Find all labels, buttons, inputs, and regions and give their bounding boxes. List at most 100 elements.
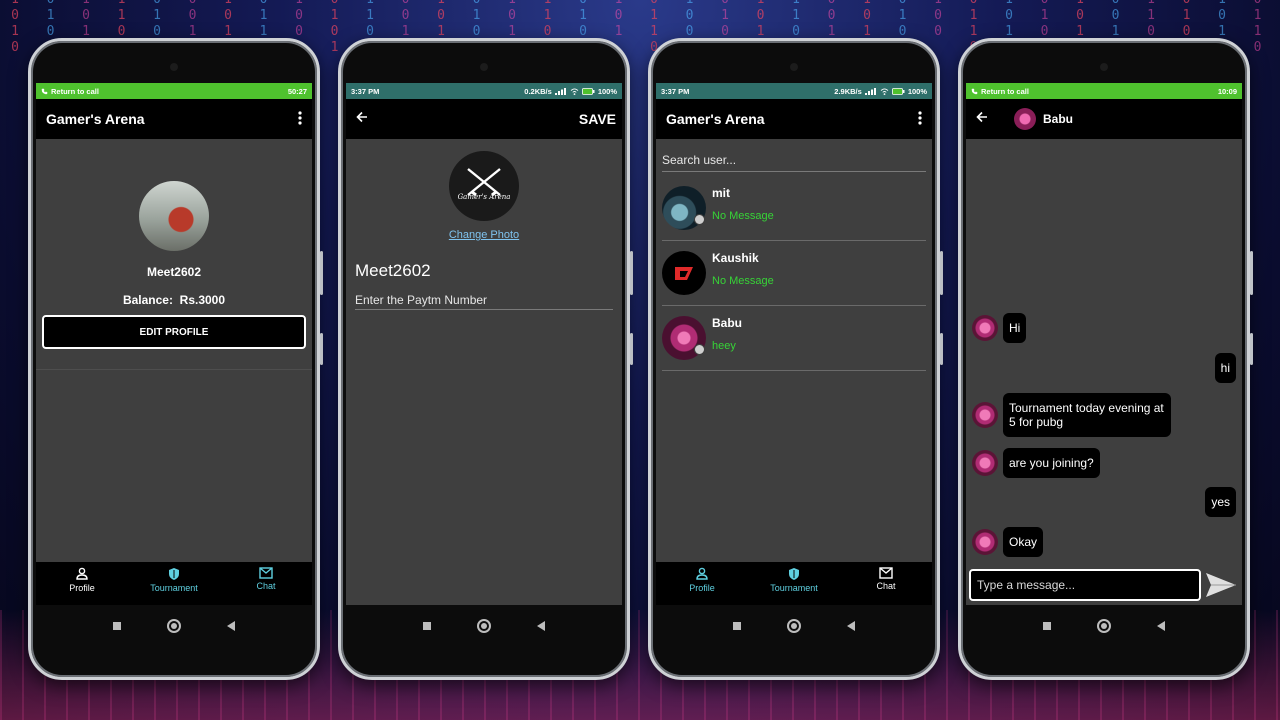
message-composer bbox=[969, 567, 1239, 603]
side-button bbox=[630, 251, 633, 295]
message-row: Okay bbox=[972, 527, 1044, 557]
user-name: mit bbox=[712, 186, 730, 200]
arrow-back-icon[interactable] bbox=[356, 110, 368, 128]
system-nav-bar bbox=[36, 607, 312, 645]
search-user-input[interactable] bbox=[662, 151, 926, 172]
balance-row: Balance: Rs.3000 bbox=[36, 293, 312, 307]
recents-icon[interactable] bbox=[423, 622, 431, 630]
nav-chat[interactable]: Chat bbox=[846, 567, 926, 591]
user-row[interactable]: Babu heey bbox=[662, 306, 926, 371]
home-icon[interactable] bbox=[477, 619, 491, 633]
edit-username[interactable]: Meet2602 bbox=[355, 261, 613, 281]
app-bar: Gamer's Arena bbox=[36, 99, 312, 139]
message-row: yes bbox=[1205, 487, 1236, 517]
binary-column: 1 1 0 bbox=[792, 0, 800, 39]
save-button[interactable]: SAVE bbox=[579, 111, 616, 127]
message-bubble: are you joining? bbox=[1003, 448, 1100, 478]
more-vert-icon[interactable] bbox=[298, 111, 302, 129]
sender-avatar bbox=[972, 315, 998, 341]
more-vert-icon[interactable] bbox=[918, 111, 922, 129]
recents-icon[interactable] bbox=[113, 622, 121, 630]
message-row: are you joining? bbox=[972, 448, 1100, 478]
camera-dot bbox=[790, 63, 798, 71]
side-button bbox=[1250, 333, 1253, 365]
binary-column: 1 0 1 0 bbox=[11, 0, 19, 55]
recents-icon[interactable] bbox=[733, 622, 741, 630]
back-triangle-icon[interactable] bbox=[227, 621, 235, 631]
balance-value: Rs.3000 bbox=[179, 293, 226, 307]
binary-column: 0 1 1 bbox=[259, 0, 268, 39]
app-title: Gamer's Arena bbox=[46, 111, 145, 127]
phone-icon bbox=[41, 88, 48, 94]
send-icon[interactable] bbox=[1205, 572, 1237, 598]
binary-column: 1 0 1 bbox=[82, 0, 90, 39]
side-button bbox=[320, 251, 323, 295]
status-bar: Return to call 10:09 bbox=[966, 83, 1242, 99]
system-nav-bar bbox=[656, 607, 932, 645]
nav-chat[interactable]: Chat bbox=[226, 567, 306, 591]
profile-logo-avatar[interactable]: Gamer's Arena bbox=[449, 151, 519, 221]
system-nav-bar bbox=[346, 607, 622, 645]
mail-icon bbox=[259, 567, 273, 579]
contact-avatar[interactable] bbox=[1014, 108, 1036, 130]
binary-column: 1 0 1 bbox=[614, 0, 623, 39]
back-triangle-icon[interactable] bbox=[537, 621, 545, 631]
call-timer: 10:09 bbox=[1217, 86, 1237, 96]
call-timer: 50:27 bbox=[287, 86, 307, 96]
message-input[interactable] bbox=[969, 569, 1201, 601]
app-title: Gamer's Arena bbox=[666, 111, 765, 127]
nav-tournament[interactable]: Tournament bbox=[754, 567, 834, 593]
bottom-nav: Profile Tournament Chat bbox=[36, 562, 312, 605]
signal-icon bbox=[864, 87, 876, 95]
app-bar: Babu bbox=[966, 99, 1242, 139]
binary-column: 0 1 0 bbox=[1040, 0, 1049, 39]
nav-tournament-label: Tournament bbox=[770, 583, 818, 593]
user-row[interactable]: Kaushik No Message bbox=[662, 241, 926, 306]
shield-icon bbox=[169, 568, 179, 580]
profile-avatar[interactable] bbox=[139, 181, 209, 251]
binary-column: 0 1 0 bbox=[472, 0, 481, 39]
paytm-number-field[interactable]: Enter the Paytm Number bbox=[355, 293, 613, 310]
recents-icon[interactable] bbox=[1043, 622, 1051, 630]
message-bubble: Hi bbox=[1003, 313, 1027, 343]
side-button bbox=[940, 333, 943, 365]
user-row[interactable]: mit No Message bbox=[662, 176, 926, 241]
nav-profile-label: Profile bbox=[689, 583, 715, 593]
nav-profile[interactable]: Profile bbox=[42, 567, 122, 593]
camera-dot bbox=[1100, 63, 1108, 71]
user-avatar bbox=[662, 316, 706, 360]
status-bar: Return to call 50:27 bbox=[36, 83, 312, 99]
battery-percent: 100% bbox=[907, 86, 927, 96]
logo-text: Gamer's Arena bbox=[457, 193, 511, 201]
status-time: 3:37 PM bbox=[351, 86, 380, 96]
signal-icon bbox=[554, 87, 566, 95]
back-triangle-icon[interactable] bbox=[847, 621, 855, 631]
screen-conversation: Return to call 10:09 Babu Hi hi Tourname… bbox=[966, 83, 1242, 605]
side-button bbox=[940, 251, 943, 295]
nav-tournament[interactable]: Tournament bbox=[134, 567, 214, 593]
nav-profile-label: Profile bbox=[69, 583, 95, 593]
change-photo-link[interactable]: Change Photo bbox=[346, 229, 622, 241]
arrow-back-icon[interactable] bbox=[976, 110, 988, 128]
user-last-message: heey bbox=[712, 340, 736, 352]
message-bubble: Okay bbox=[1003, 527, 1044, 557]
home-icon[interactable] bbox=[787, 619, 801, 633]
camera-dot bbox=[480, 63, 488, 71]
nav-profile[interactable]: Profile bbox=[662, 567, 742, 593]
message-bubble: yes bbox=[1205, 487, 1236, 517]
status-dot bbox=[694, 214, 705, 225]
return-to-call-label[interactable]: Return to call bbox=[981, 87, 1029, 96]
bottom-nav: Profile Tournament Chat bbox=[656, 562, 932, 605]
home-icon[interactable] bbox=[1097, 619, 1111, 633]
home-icon[interactable] bbox=[167, 619, 181, 633]
contact-name: Babu bbox=[1043, 112, 1073, 126]
profile-username: Meet2602 bbox=[146, 265, 202, 279]
nav-chat-label: Chat bbox=[256, 581, 276, 591]
camera-dot bbox=[170, 63, 178, 71]
app-bar: Gamer's Arena bbox=[656, 99, 932, 139]
message-bubble: hi bbox=[1214, 353, 1236, 383]
edit-profile-button[interactable]: EDIT PROFILE bbox=[42, 315, 306, 349]
back-triangle-icon[interactable] bbox=[1157, 621, 1165, 631]
person-icon bbox=[76, 567, 88, 580]
return-to-call-label[interactable]: Return to call bbox=[51, 87, 99, 96]
